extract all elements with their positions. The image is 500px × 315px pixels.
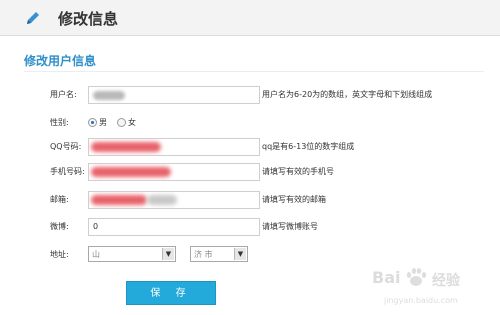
redacted-value <box>91 167 171 177</box>
username-row: 用户名: 用户名为6-20为的数组，英文字母和下划线组成 <box>0 86 500 106</box>
email-input[interactable] <box>88 191 260 209</box>
address-label: 地址: <box>50 250 69 259</box>
phone-input[interactable] <box>88 163 260 181</box>
qq-label: QQ号码: <box>50 142 82 151</box>
watermark-sub: 经验 <box>432 273 460 289</box>
qq-input[interactable] <box>88 138 260 156</box>
phone-hint: 请填写有效的手机号 <box>262 167 334 176</box>
username-input[interactable] <box>88 86 260 104</box>
watermark-url: jingyan.baidu.com <box>384 296 458 305</box>
chevron-down-icon[interactable]: ▼ <box>162 248 174 260</box>
city-select[interactable]: 济 市 ▼ <box>190 246 248 262</box>
weibo-row: 微博: 0 请填写微博账号 <box>0 218 500 238</box>
gender-female-label: 女 <box>128 118 136 127</box>
gender-row: 性别: 男 女 <box>0 114 500 134</box>
section-divider <box>24 71 484 72</box>
weibo-input[interactable]: 0 <box>88 218 260 236</box>
chevron-down-icon[interactable]: ▼ <box>234 248 246 260</box>
gender-radio-group: 男 女 <box>88 117 146 128</box>
gender-male-option[interactable]: 男 <box>88 117 107 128</box>
redacted-value <box>147 195 177 205</box>
paw-icon <box>406 268 427 286</box>
baidu-jingyan-watermark: Bai 经验 jingyan.baidu.com <box>370 262 492 312</box>
province-select[interactable]: 山 ▼ <box>88 246 176 262</box>
redacted-value <box>91 195 147 205</box>
gender-male-label: 男 <box>99 118 107 127</box>
gender-label: 性别: <box>50 118 69 127</box>
redacted-value <box>91 142 161 152</box>
username-hint: 用户名为6-20为的数组，英文字母和下划线组成 <box>262 90 433 99</box>
phone-row: 手机号码: 请填写有效的手机号 <box>0 163 500 183</box>
city-value: 济 市 <box>194 250 213 259</box>
qq-row: QQ号码: qq是有6-13位的数字组成 <box>0 138 500 158</box>
radio-checked-icon[interactable] <box>88 118 97 127</box>
gender-female-option[interactable]: 女 <box>117 117 136 128</box>
weibo-label: 微博: <box>50 222 69 231</box>
redacted-value <box>93 91 125 100</box>
pencil-icon <box>27 12 39 24</box>
page-title: 修改信息 <box>58 10 119 28</box>
email-label: 邮箱: <box>50 195 69 204</box>
username-label: 用户名: <box>50 90 77 99</box>
watermark-brand: Bai <box>372 268 401 287</box>
section-title: 修改用户信息 <box>24 54 97 68</box>
save-button[interactable]: 保 存 <box>126 281 216 305</box>
qq-hint: qq是有6-13位的数字组成 <box>262 142 355 151</box>
email-hint: 请填写有效的邮箱 <box>262 195 326 204</box>
phone-label: 手机号码: <box>50 167 85 176</box>
email-row: 邮箱: 请填写有效的邮箱 <box>0 191 500 211</box>
weibo-hint: 请填写微博账号 <box>262 222 318 231</box>
page-header: 修改信息 <box>0 0 500 36</box>
radio-unchecked-icon[interactable] <box>117 118 126 127</box>
province-value: 山 <box>92 250 100 259</box>
